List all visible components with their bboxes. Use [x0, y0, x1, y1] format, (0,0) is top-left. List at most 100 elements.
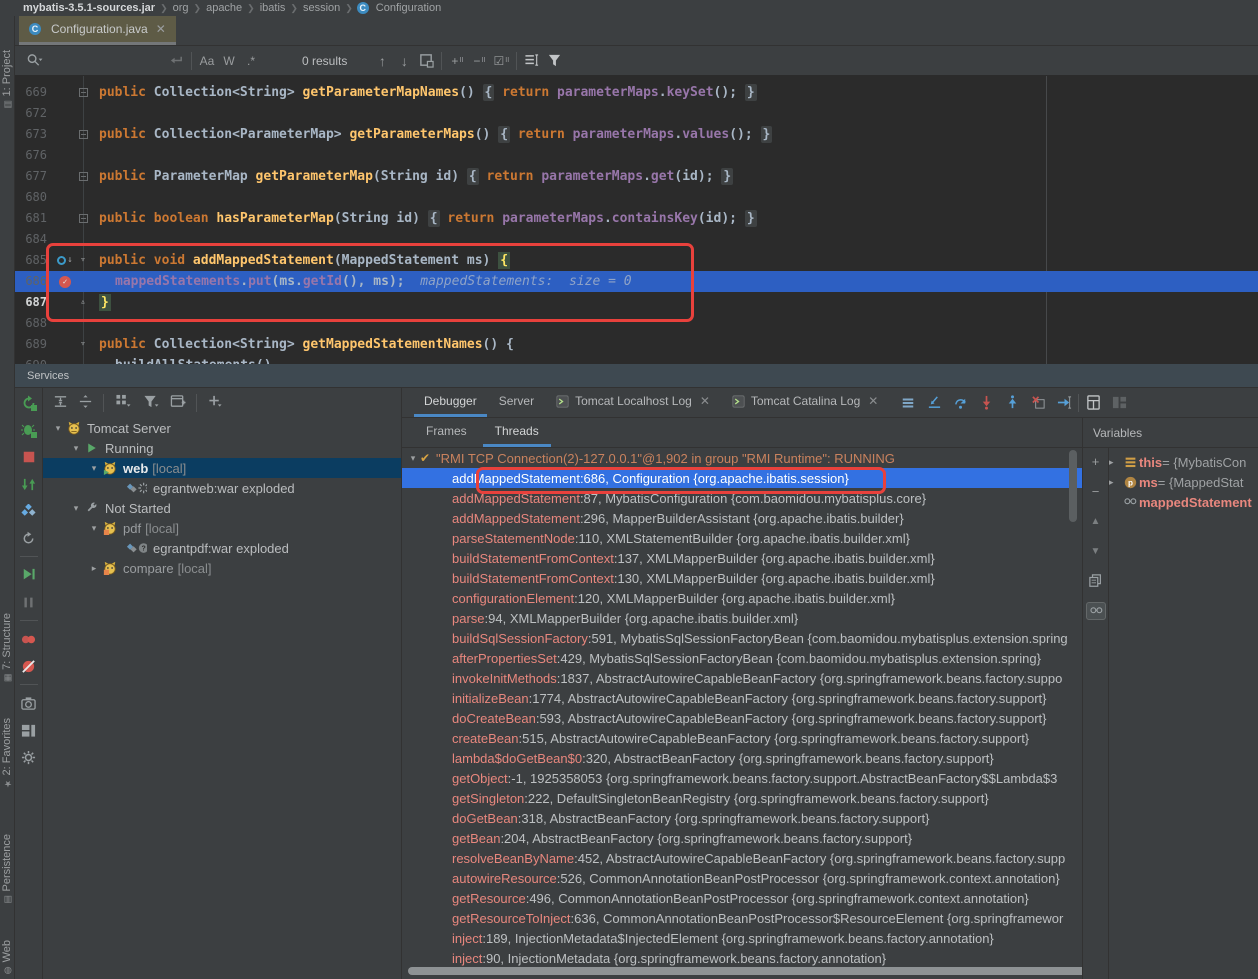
code-line[interactable]: 689▿public Collection<String> getMappedS…	[15, 334, 1258, 355]
next-occurrence-button[interactable]: ↓	[393, 51, 415, 71]
show-configurations-button[interactable]	[170, 394, 186, 412]
chevron-down-icon[interactable]: ▾	[87, 463, 101, 474]
stack-frame-row[interactable]: addMappedStatement:87, MybatisConfigurat…	[402, 488, 1082, 508]
chevron-right-icon[interactable]: ▸	[1109, 457, 1121, 468]
force-step-into-button[interactable]	[974, 392, 998, 414]
stack-frame-row[interactable]: getBean:204, AbstractBeanFactory {org.sp…	[402, 828, 1082, 848]
close-tab-icon[interactable]: ✕	[700, 394, 710, 408]
tree-row-egrantweb-war-exploded[interactable]: egrantweb:war exploded	[43, 478, 401, 498]
tab-tomcat-catalina-log[interactable]: Tomcat Catalina Log✕	[722, 388, 888, 417]
thread-dump-button[interactable]	[20, 694, 38, 712]
breadcrumb-item[interactable]: org	[173, 2, 189, 14]
resume-program-button[interactable]	[20, 566, 38, 584]
words-toggle[interactable]: W	[218, 51, 240, 71]
code-line[interactable]: 677public ParameterMap getParameterMap(S…	[15, 166, 1258, 187]
breadcrumb-item[interactable]: Configuration	[376, 2, 441, 14]
step-out-button[interactable]	[1000, 392, 1024, 414]
remove-watch-button[interactable]: −	[1086, 482, 1106, 500]
add-watch-button[interactable]: +	[1086, 452, 1106, 470]
settings-gear-button[interactable]	[20, 748, 38, 766]
close-tab-icon[interactable]: ✕	[868, 394, 878, 408]
chevron-down-icon[interactable]: ▾	[51, 423, 65, 434]
stack-frame-row[interactable]: parse:94, XMLMapperBuilder {org.apache.i…	[402, 608, 1082, 628]
breadcrumb-item[interactable]: apache	[206, 2, 242, 14]
show-execution-point-button[interactable]	[922, 392, 946, 414]
chevron-down-icon[interactable]: ▾	[87, 523, 101, 534]
tree-row-running[interactable]: ▾Running	[43, 438, 401, 458]
match-case-toggle[interactable]: Aa	[196, 51, 218, 71]
breadcrumb-item[interactable]: mybatis-3.5.1-sources.jar	[23, 2, 155, 14]
breadcrumb-item[interactable]: session	[303, 2, 340, 14]
stack-frame-row[interactable]: parseStatementNode:110, XMLStatementBuil…	[402, 528, 1082, 548]
view-breakpoints-button[interactable]	[20, 630, 38, 648]
fold-start-icon[interactable]: ▿	[75, 334, 91, 355]
run-to-cursor-button[interactable]	[1052, 392, 1076, 414]
variable-row-mappedStatement[interactable]: mappedStatement	[1109, 492, 1258, 512]
stack-frame-row[interactable]: doGetBean:318, AbstractBeanFactory {org.…	[402, 808, 1082, 828]
close-tab-icon[interactable]: ✕	[156, 22, 166, 36]
tab-threads[interactable]: Threads	[483, 418, 551, 447]
group-by-button[interactable]	[114, 394, 132, 412]
code-line[interactable]: 686✓mappedStatements.put(ms.getId(), ms)…	[15, 271, 1258, 292]
breakpoint-icon[interactable]: ✓	[59, 276, 71, 288]
stack-frame-row[interactable]: getResource:496, CommonAnnotationBeanPos…	[402, 888, 1082, 908]
select-all-occurrences-button[interactable]	[415, 51, 437, 71]
stop-button[interactable]	[20, 448, 38, 466]
search-filter-button[interactable]	[543, 51, 565, 71]
tree-row-egrantpdf-war-exploded[interactable]: ?egrantpdf:war exploded	[43, 538, 401, 558]
editor-layout-button[interactable]	[1107, 392, 1131, 414]
vertical-scrollbar[interactable]	[1069, 450, 1077, 522]
stack-frame-row[interactable]: getObject:-1, 1925358053 {org.springfram…	[402, 768, 1082, 788]
filter-button[interactable]	[142, 394, 160, 412]
search-input[interactable]	[23, 51, 45, 71]
fold-marker-icon[interactable]	[79, 88, 88, 97]
stack-frame-row[interactable]: getSingleton:222, DefaultSingletonBeanRe…	[402, 788, 1082, 808]
newline-button[interactable]	[165, 51, 187, 71]
chevron-right-icon[interactable]: ▸	[87, 563, 101, 574]
stack-frame-row[interactable]: buildSqlSessionFactory:591, MybatisSqlSe…	[402, 628, 1082, 648]
show-watches-button[interactable]	[1086, 602, 1106, 620]
pause-program-button[interactable]	[20, 593, 38, 611]
stack-frame-row[interactable]: inject:90, InjectionMetadata {org.spring…	[402, 948, 1082, 968]
variable-row-ms[interactable]: ▸pms = {MappedStat	[1109, 472, 1258, 492]
chevron-down-icon[interactable]: ▾	[69, 443, 83, 454]
add-occurrence-button[interactable]: +II	[446, 51, 468, 71]
code-line[interactable]: 688	[15, 313, 1258, 334]
code-line[interactable]: 672	[15, 103, 1258, 124]
toolwindow-button-persistence[interactable]: ▥ Persistence	[1, 834, 13, 904]
update-resources-button[interactable]	[20, 502, 38, 520]
chevron-down-icon[interactable]: ▾	[406, 453, 420, 464]
stack-frame-row[interactable]: configurationElement:120, XMLMapperBuild…	[402, 588, 1082, 608]
evaluate-expression-button[interactable]	[1081, 392, 1105, 414]
tree-row-compare[interactable]: ▸compare[local]	[43, 558, 401, 578]
code-line[interactable]: 681public boolean hasParameterMap(String…	[15, 208, 1258, 229]
rerun-button[interactable]	[20, 394, 38, 412]
toolwindow-button-project[interactable]: ▤ 1: Project	[1, 50, 13, 109]
code-line[interactable]: 685↓▿public void addMappedStatement(Mapp…	[15, 250, 1258, 271]
fold-marker-icon[interactable]	[79, 214, 88, 223]
code-line[interactable]: 687▵}	[15, 292, 1258, 313]
move-down-button[interactable]: ▼	[1086, 542, 1106, 560]
stack-frame-row[interactable]: initializeBean:1774, AbstractAutowireCap…	[402, 688, 1082, 708]
tree-row-not-started[interactable]: ▾Not Started	[43, 498, 401, 518]
rerun-debug-button[interactable]	[20, 421, 38, 439]
code-line[interactable]: 673public Collection<ParameterMap> getPa…	[15, 124, 1258, 145]
layout-options-button[interactable]	[896, 392, 920, 414]
code-line[interactable]: 690buildAllStatements()	[15, 355, 1258, 364]
search-options-button[interactable]	[521, 51, 543, 71]
chevron-right-icon[interactable]: ▸	[1109, 477, 1121, 488]
add-service-button[interactable]	[207, 394, 223, 412]
mute-breakpoints-button[interactable]	[20, 657, 38, 675]
stack-frame-row[interactable]: createBean:515, AbstractAutowireCapableB…	[402, 728, 1082, 748]
stack-frame-row[interactable]: addMappedStatement:686, Configuration {o…	[402, 468, 1082, 488]
tree-row-pdf[interactable]: ▾pdf[local]	[43, 518, 401, 538]
toolwindow-button--structure[interactable]: ▦ 7: Structure	[1, 613, 13, 682]
stack-frame-row[interactable]: autowireResource:526, CommonAnnotationBe…	[402, 868, 1082, 888]
stack-frame-row[interactable]: resolveBeanByName:452, AbstractAutowireC…	[402, 848, 1082, 868]
move-up-button[interactable]: ▲	[1086, 512, 1106, 530]
collapse-all-button[interactable]	[78, 394, 93, 412]
code-editor[interactable]: 669public Collection<String> getParamete…	[15, 76, 1258, 364]
editor-tab-configuration[interactable]: C Configuration.java ✕	[19, 16, 176, 45]
tree-row-tomcat-server[interactable]: ▾Tomcat Server	[43, 418, 401, 438]
stack-frame-row[interactable]: addMappedStatement:296, MapperBuilderAss…	[402, 508, 1082, 528]
